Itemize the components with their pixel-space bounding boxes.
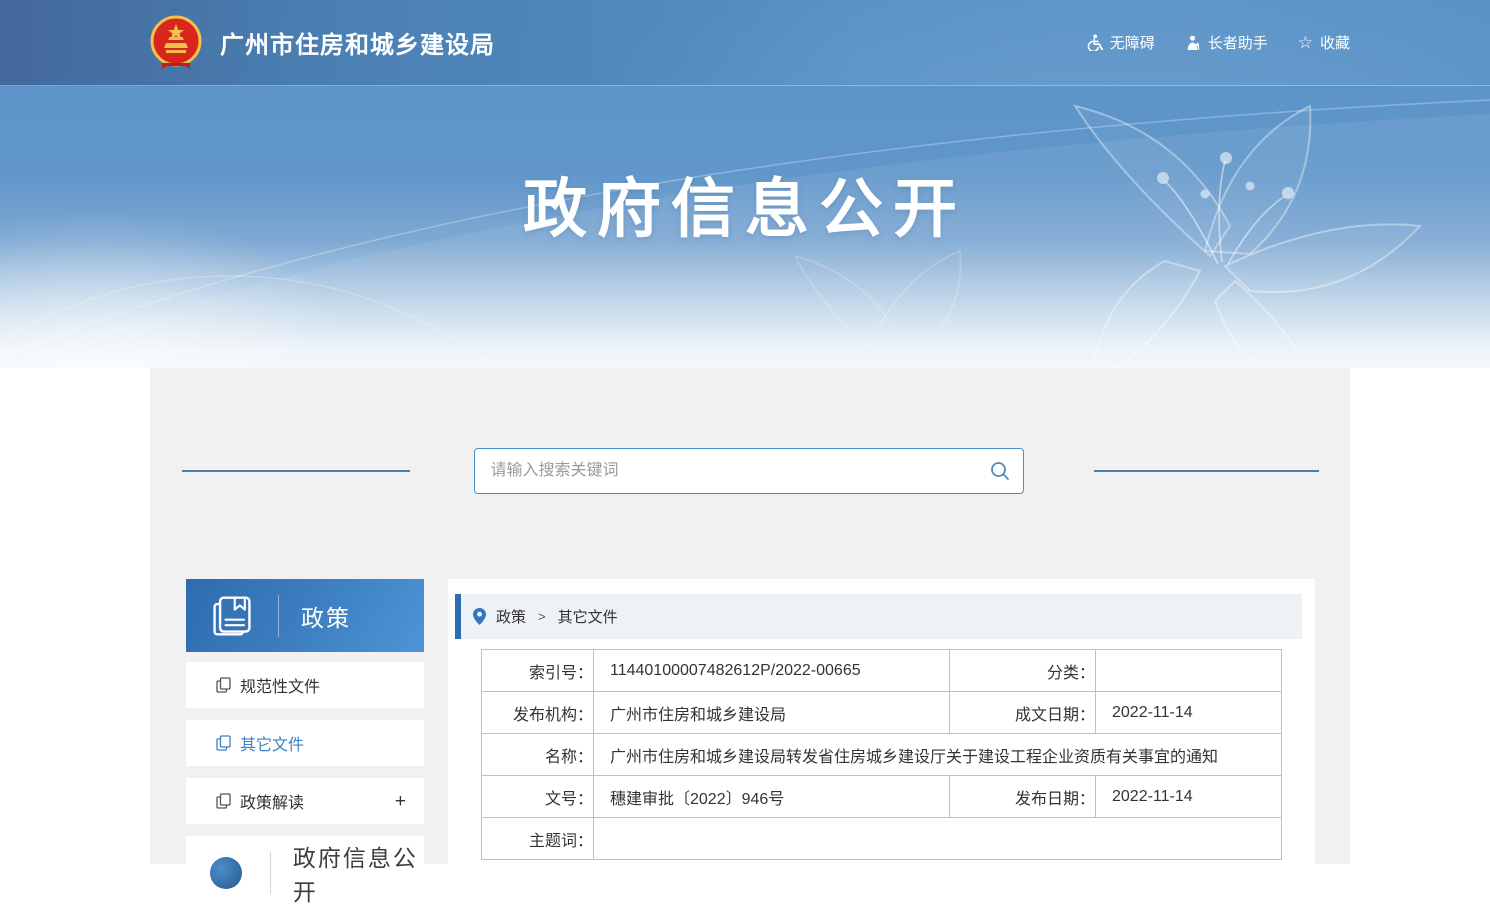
site-header: 广州市住房和城乡建设局 无障碍 (0, 0, 1490, 86)
sidebar-item-normative-docs[interactable]: 规范性文件 (186, 662, 424, 708)
table-row-name: 名称： 广州市住房和城乡建设局转发省住房城乡建设厅关于建设工程企业资质有关事宜的… (482, 734, 1282, 776)
index-number-label: 索引号： (482, 650, 594, 692)
sidebar-item-other-docs[interactable]: 其它文件 (186, 720, 424, 766)
written-date-value: 2022-11-14 (1096, 692, 1282, 734)
written-date-label: 成文日期： (950, 692, 1096, 734)
sidebar-section-gov-info-label: 政府信息公开 (293, 839, 424, 907)
doc-number-label: 文号： (482, 776, 594, 818)
search-row (150, 368, 1350, 494)
elder-icon (1185, 35, 1201, 51)
publisher-label: 发布机构： (482, 692, 594, 734)
utility-nav: 无障碍 长者助手 ☆ 收藏 (1086, 32, 1350, 53)
document-icon (216, 793, 231, 809)
search-box (474, 448, 1024, 494)
breadcrumb: 政策 > 其它文件 (455, 594, 1302, 639)
category-label: 分类： (950, 650, 1096, 692)
gov-info-circle-icon (210, 857, 242, 889)
star-icon: ☆ (1298, 34, 1313, 51)
sidebar-section-gov-info[interactable]: 政府信息公开 (186, 836, 424, 909)
right-decorative-line (1094, 470, 1319, 472)
breadcrumb-separator: > (538, 609, 546, 624)
national-emblem-logo (148, 14, 204, 72)
publish-date-label: 发布日期： (950, 776, 1096, 818)
header-divider (278, 595, 279, 637)
sidebar-item-policy-interpretation[interactable]: 政策解读 + (186, 778, 424, 824)
doc-number-value: 穗建审批〔2022〕946号 (594, 776, 950, 818)
sidebar-section-policy[interactable]: 政策 (186, 579, 424, 652)
sidebar-item-label: 政策解读 (240, 789, 304, 813)
header-divider (270, 852, 271, 894)
search-icon (989, 460, 1011, 482)
keywords-value (594, 818, 1282, 860)
book-icon (210, 594, 254, 638)
site-title: 广州市住房和城乡建设局 (220, 25, 495, 60)
doc-name-label: 名称： (482, 734, 594, 776)
sidebar: 政策 规范性文件 (186, 579, 424, 909)
sidebar-menu: 规范性文件 其它文件 (186, 662, 424, 824)
location-pin-icon (473, 608, 486, 625)
publisher-value: 广州市住房和城乡建设局 (594, 692, 950, 734)
accessibility-link[interactable]: 无障碍 (1086, 32, 1155, 53)
table-row-docno-pubdate: 文号： 穗建审批〔2022〕946号 发布日期： 2022-11-14 (482, 776, 1282, 818)
doc-name-value: 广州市住房和城乡建设局转发省住房城乡建设厅关于建设工程企业资质有关事宜的通知 (594, 734, 1282, 776)
elder-assist-link[interactable]: 长者助手 (1185, 32, 1268, 53)
sidebar-item-label: 规范性文件 (240, 673, 320, 697)
left-decorative-line (182, 470, 410, 472)
search-input[interactable] (474, 448, 1024, 494)
favorite-label: 收藏 (1320, 32, 1350, 53)
sidebar-section-policy-label: 政策 (301, 599, 351, 633)
index-number-value: 11440100007482612P/2022-00665 (594, 650, 950, 692)
sidebar-item-label: 其它文件 (240, 731, 304, 755)
document-icon (216, 677, 231, 693)
table-row-publisher-date: 发布机构： 广州市住房和城乡建设局 成文日期： 2022-11-14 (482, 692, 1282, 734)
expand-plus-icon[interactable]: + (395, 792, 406, 811)
category-value (1096, 650, 1282, 692)
content-container: 政策 规范性文件 (150, 368, 1350, 864)
wheelchair-icon (1086, 34, 1103, 51)
elder-assist-label: 长者助手 (1208, 32, 1268, 53)
publish-date-value: 2022-11-14 (1096, 776, 1282, 818)
banner: 政府信息公开 (0, 86, 1490, 368)
table-row-keywords: 主题词： (482, 818, 1282, 860)
search-button[interactable] (986, 457, 1014, 485)
favorite-link[interactable]: ☆ 收藏 (1298, 32, 1350, 53)
site-brand[interactable]: 广州市住房和城乡建设局 (148, 14, 495, 72)
page-title: 政府信息公开 (0, 158, 1490, 250)
breadcrumb-other-docs-link[interactable]: 其它文件 (558, 606, 618, 627)
keywords-label: 主题词： (482, 818, 594, 860)
main-panel: 政策 > 其它文件 索引号： 11440100007482612P/2022-0… (448, 579, 1315, 920)
document-icon (216, 735, 231, 751)
accessibility-label: 无障碍 (1110, 32, 1155, 53)
table-row-index-category: 索引号： 11440100007482612P/2022-00665 分类： (482, 650, 1282, 692)
breadcrumb-policy-link[interactable]: 政策 (496, 606, 526, 627)
document-detail-table: 索引号： 11440100007482612P/2022-00665 分类： 发… (481, 649, 1282, 860)
